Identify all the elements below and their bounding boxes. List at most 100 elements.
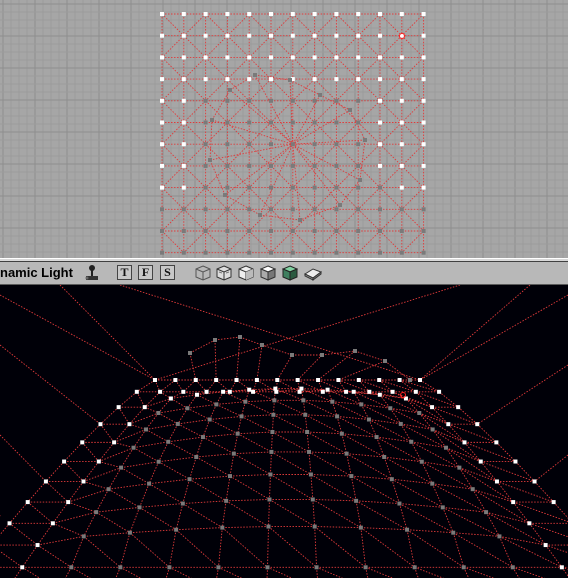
vertex-handle	[225, 142, 230, 147]
vertex-handle	[203, 12, 208, 16]
vertex-handle	[81, 479, 86, 484]
vertex-handle	[200, 435, 205, 440]
book-icon[interactable]	[303, 264, 323, 282]
vertex-handle	[399, 185, 404, 190]
vertex-handle	[312, 33, 317, 38]
vertex-handle	[269, 120, 273, 125]
vertex-handle	[312, 98, 317, 103]
shaded-cube-icon[interactable]	[259, 264, 277, 282]
side-view-button[interactable]: S	[160, 265, 175, 280]
vertex-handle	[421, 55, 426, 60]
textured-cube-icon[interactable]	[237, 264, 255, 282]
vertex-handle	[269, 207, 273, 212]
vertex-handle	[269, 229, 273, 233]
vertex-handle	[356, 142, 361, 147]
vertex-handle	[243, 399, 248, 404]
perspective-viewport[interactable]	[0, 285, 568, 578]
top-viewport-canvas[interactable]	[0, 0, 568, 258]
vertex-handle	[334, 120, 339, 125]
vertex-handle	[272, 398, 277, 403]
vertex-handle	[312, 185, 317, 190]
vertex-handle	[312, 250, 317, 255]
vertex-handle	[356, 250, 361, 255]
wireframe-mesh	[161, 13, 425, 254]
vertex-handle	[166, 439, 171, 444]
vertex-handle	[160, 12, 164, 16]
vertex-handle	[413, 389, 418, 394]
zone-cube-icon[interactable]	[215, 264, 233, 282]
vertex-handle	[421, 229, 426, 233]
top-view-button[interactable]: T	[117, 265, 132, 280]
vertex-handle	[399, 250, 404, 255]
vertex-handle	[208, 158, 212, 162]
vertex-handle	[181, 185, 186, 190]
vertex-handle	[399, 163, 404, 168]
vertex-handle	[532, 479, 537, 484]
vertex-handle	[383, 359, 387, 363]
vertex-handle	[260, 343, 264, 347]
vertex-handle	[378, 33, 382, 38]
vertex-handle	[142, 405, 147, 410]
vertex-handle	[290, 33, 295, 38]
vertex-handle	[312, 163, 317, 168]
viewport-toolbar: namic Light T F S	[0, 262, 568, 285]
vertex-handle	[382, 454, 387, 459]
vertex-handle	[7, 521, 12, 526]
vertex-handle	[470, 487, 475, 492]
vertex-handle	[461, 565, 466, 570]
vertex-handle	[358, 178, 362, 182]
vertex-handle	[94, 510, 99, 515]
vertex-handle	[378, 55, 382, 60]
vertex-handle	[271, 412, 276, 417]
vertex-handle	[214, 378, 219, 382]
vertex-handle	[174, 527, 179, 532]
vertex-handle	[451, 530, 456, 535]
vertex-handle	[221, 389, 226, 394]
vertex-handle	[69, 565, 74, 570]
vertex-handle	[290, 207, 295, 212]
vertex-handle	[181, 229, 186, 233]
vertex-handle	[298, 218, 302, 222]
vertex-handle	[258, 213, 262, 217]
vertex-handle	[173, 378, 178, 382]
vertex-handle	[290, 98, 295, 103]
vertex-handle	[390, 389, 395, 394]
front-view-button[interactable]: F	[138, 265, 153, 280]
vertex-handle	[203, 185, 208, 190]
vertex-handle	[247, 12, 252, 16]
vertex-handle	[339, 431, 344, 436]
vertex-handle	[440, 505, 445, 510]
vertex-handle	[356, 33, 361, 38]
vertex-handle	[366, 417, 371, 422]
perspective-viewport-canvas[interactable]	[0, 285, 568, 578]
lit-cube-icon[interactable]	[281, 264, 299, 282]
vertex-handle	[224, 498, 229, 503]
vertex-handle	[299, 386, 304, 391]
vertex-handle	[421, 77, 426, 82]
vertex-handle	[356, 378, 361, 382]
vertex-handle	[348, 108, 352, 112]
vertex-handle	[378, 163, 382, 168]
wireframe-cube-icon[interactable]	[194, 264, 212, 282]
vertex-handle	[175, 421, 180, 426]
vertex-handle	[50, 521, 55, 526]
vertex-handle	[181, 33, 186, 38]
vertex-handle	[417, 411, 422, 416]
vertex-handle	[290, 185, 295, 190]
vertex-handle	[399, 207, 404, 212]
vertex-handle	[225, 98, 230, 103]
vertex-handle	[247, 163, 252, 168]
vertex-handle	[213, 338, 217, 342]
wireframe-mesh	[0, 285, 568, 578]
vertex-handle	[181, 163, 186, 168]
vertex-handle	[269, 250, 273, 255]
vertex-handle	[181, 207, 186, 212]
vertex-handle	[408, 378, 412, 382]
top-viewport[interactable]	[0, 0, 568, 258]
vertex-handle	[378, 207, 382, 212]
vertex-handle	[356, 12, 361, 16]
vertex-handle	[269, 163, 273, 168]
vertex-handle	[399, 55, 404, 60]
vertex-handle	[203, 77, 208, 82]
joystick-icon[interactable]	[84, 264, 100, 282]
